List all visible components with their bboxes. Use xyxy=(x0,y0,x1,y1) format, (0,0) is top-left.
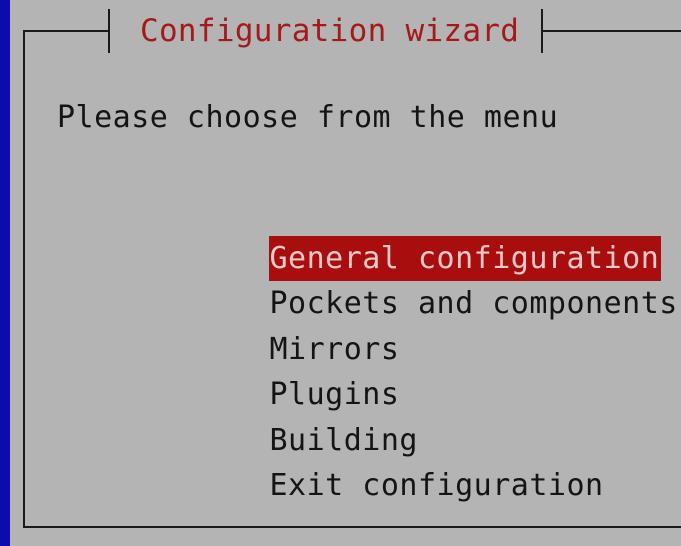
main-menu: General configuration Pockets and compon… xyxy=(120,190,680,503)
menu-item-label: Plugins xyxy=(269,377,400,412)
terminal-screen: Configuration wizard Please choose from … xyxy=(0,0,681,546)
menu-item-general-configuration[interactable]: General configuration xyxy=(120,190,680,281)
menu-item-label: Pockets and components xyxy=(269,286,678,321)
menu-prompt: Please choose from the menu xyxy=(57,100,559,135)
dialog-title: Configuration wizard xyxy=(140,13,520,49)
menu-item-label: Building xyxy=(269,422,418,458)
menu-item-label: Mirrors xyxy=(269,331,400,367)
menu-item-label: Exit configuration xyxy=(269,468,604,503)
menu-item-label: General configuration xyxy=(268,235,662,281)
dialog-title-bar: Configuration wizard xyxy=(108,8,544,54)
config-dialog: Configuration wizard Please choose from … xyxy=(10,0,681,546)
title-right-tick xyxy=(541,9,544,53)
